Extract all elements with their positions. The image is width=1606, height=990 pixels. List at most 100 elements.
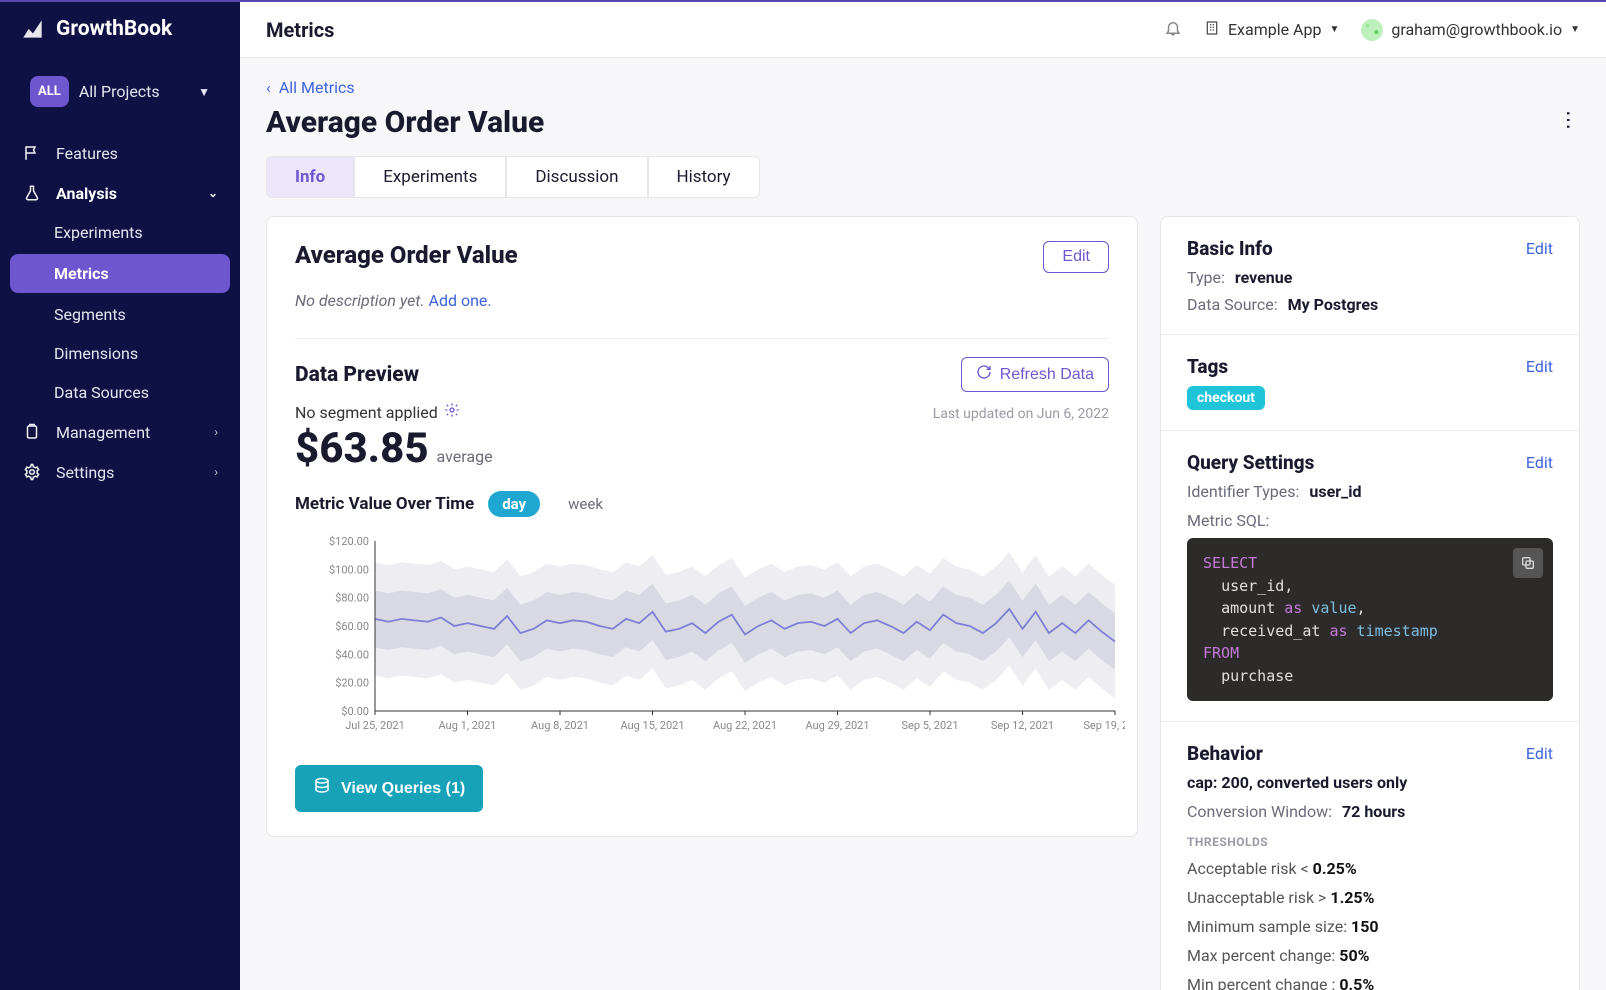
svg-text:Sep 12, 2021: Sep 12, 2021 — [991, 719, 1054, 732]
app-switcher[interactable]: Example App ▼ — [1204, 20, 1339, 40]
chart: $0.00$20.00$40.00$60.00$80.00$100.00$120… — [295, 531, 1109, 745]
max-percent-change: Max percent change: 50% — [1187, 946, 1553, 965]
svg-text:Aug 15, 2021: Aug 15, 2021 — [620, 719, 684, 732]
tag-chip[interactable]: checkout — [1187, 386, 1265, 410]
project-badge: ALL — [30, 76, 69, 107]
edit-button[interactable]: Edit — [1043, 241, 1109, 273]
last-updated: Last updated on Jun 6, 2022 — [933, 406, 1109, 422]
chevron-down-icon: ⌄ — [208, 186, 218, 200]
tabs: Info Experiments Discussion History — [266, 156, 1580, 198]
metric-value: $63.85 — [295, 424, 429, 473]
sidebar: GrowthBook ALL All Projects ▼ Features A… — [0, 2, 240, 990]
unacceptable-risk: Unacceptable risk > 1.25% — [1187, 888, 1553, 907]
svg-text:$40.00: $40.00 — [335, 648, 369, 661]
behavior-title: Behavior — [1187, 742, 1263, 765]
sidebar-item-data-sources[interactable]: Data Sources — [0, 373, 240, 412]
description-placeholder: No description yet. Add one. — [295, 291, 1109, 310]
sidebar-label-settings: Settings — [56, 463, 114, 482]
topbar-title: Metrics — [266, 18, 1144, 42]
svg-text:Aug 1, 2021: Aug 1, 2021 — [439, 719, 497, 732]
sidebar-nav: Features Analysis ⌄ Experiments Metrics … — [0, 123, 240, 502]
min-sample-size: Minimum sample size: 150 — [1187, 917, 1553, 936]
sidebar-item-segments[interactable]: Segments — [0, 295, 240, 334]
granularity-week[interactable]: week — [554, 491, 617, 517]
svg-text:$80.00: $80.00 — [335, 592, 369, 605]
edit-basic-info[interactable]: Edit — [1526, 239, 1553, 258]
flask-icon — [22, 183, 42, 203]
sidebar-label-features: Features — [56, 144, 118, 163]
project-switcher[interactable]: ALL All Projects ▼ — [10, 66, 230, 117]
sql-code: SELECT user_id, amount as value, receive… — [1187, 538, 1553, 701]
thresholds-label: THRESHOLDS — [1187, 835, 1553, 849]
svg-text:Aug 22, 2021: Aug 22, 2021 — [713, 719, 777, 732]
sidebar-item-analysis[interactable]: Analysis ⌄ — [0, 173, 240, 213]
refresh-icon — [976, 364, 992, 385]
segment-gear-icon[interactable] — [444, 402, 460, 422]
breadcrumb-back[interactable]: ‹ All Metrics — [266, 78, 1580, 97]
brand-name: GrowthBook — [56, 17, 172, 41]
gear-icon — [22, 462, 42, 482]
svg-text:$60.00: $60.00 — [335, 620, 369, 633]
caret-down-icon: ▼ — [1570, 24, 1580, 35]
svg-text:Sep 5, 2021: Sep 5, 2021 — [901, 719, 958, 732]
edit-tags[interactable]: Edit — [1526, 357, 1553, 376]
view-queries-button[interactable]: View Queries (1) — [295, 765, 483, 812]
refresh-data-button[interactable]: Refresh Data — [961, 357, 1109, 392]
tab-discussion[interactable]: Discussion — [506, 156, 647, 198]
project-name: All Projects — [79, 82, 188, 101]
caret-down-icon: ▼ — [198, 85, 210, 99]
query-settings-title: Query Settings — [1187, 451, 1314, 474]
kebab-menu-icon[interactable]: ⋯ — [1557, 110, 1581, 132]
growthbook-logo-icon — [20, 16, 46, 42]
chevron-right-icon: › — [214, 465, 218, 479]
sidebar-item-management[interactable]: Management › — [0, 412, 240, 452]
tags-title: Tags — [1187, 355, 1228, 378]
metric-value-suffix: average — [437, 447, 493, 466]
identifier-types-value: user_id — [1309, 482, 1361, 501]
svg-text:$20.00: $20.00 — [335, 677, 369, 690]
sidebar-label-analysis: Analysis — [56, 184, 117, 203]
basic-info-title: Basic Info — [1187, 237, 1273, 260]
behavior-cap: cap: 200, converted users only — [1187, 773, 1553, 792]
edit-behavior[interactable]: Edit — [1526, 744, 1553, 763]
sidebar-item-features[interactable]: Features — [0, 133, 240, 173]
app-name: Example App — [1228, 20, 1322, 39]
sidebar-item-settings[interactable]: Settings › — [0, 452, 240, 492]
tab-history[interactable]: History — [648, 156, 760, 198]
metric-title: Average Order Value — [295, 241, 518, 269]
metric-card: Average Order Value Edit No description … — [266, 216, 1138, 837]
user-menu[interactable]: graham@growthbook.io ▼ — [1361, 19, 1580, 41]
clipboard-icon — [22, 422, 42, 442]
svg-text:Aug 8, 2021: Aug 8, 2021 — [531, 719, 589, 732]
database-icon — [313, 777, 331, 800]
data-preview-title: Data Preview — [295, 363, 419, 387]
type-value: revenue — [1235, 268, 1292, 287]
topbar: Metrics Example App ▼ graham@growthbook.… — [240, 2, 1606, 58]
bell-icon[interactable] — [1164, 19, 1182, 41]
granularity-day[interactable]: day — [488, 491, 540, 517]
details-panel: Basic InfoEdit Type:revenue Data Source:… — [1160, 216, 1580, 990]
svg-text:Sep 19, 2021: Sep 19, 2021 — [1083, 719, 1125, 732]
sidebar-item-metrics[interactable]: Metrics — [10, 254, 230, 293]
building-icon — [1204, 20, 1220, 40]
copy-icon[interactable] — [1513, 548, 1543, 578]
sidebar-item-experiments[interactable]: Experiments — [0, 213, 240, 252]
datasource-value: My Postgres — [1288, 295, 1379, 314]
add-description-link[interactable]: Add one. — [429, 291, 492, 310]
flag-icon — [22, 143, 42, 163]
brand[interactable]: GrowthBook — [0, 2, 240, 56]
svg-text:Jul 25, 2021: Jul 25, 2021 — [345, 719, 405, 732]
sidebar-item-dimensions[interactable]: Dimensions — [0, 334, 240, 373]
svg-text:$100.00: $100.00 — [329, 563, 369, 576]
svg-text:$120.00: $120.00 — [329, 535, 369, 548]
avatar-icon — [1361, 19, 1383, 41]
conversion-window-value: 72 hours — [1342, 802, 1405, 821]
svg-text:Aug 29, 2021: Aug 29, 2021 — [805, 719, 869, 732]
chart-title: Metric Value Over Time — [295, 494, 474, 514]
tab-info[interactable]: Info — [266, 156, 354, 198]
edit-query[interactable]: Edit — [1526, 453, 1553, 472]
page-title: Average Order Value — [266, 105, 544, 140]
chevron-right-icon: › — [214, 425, 218, 439]
tab-experiments[interactable]: Experiments — [354, 156, 506, 198]
segment-label: No segment applied — [295, 403, 438, 422]
